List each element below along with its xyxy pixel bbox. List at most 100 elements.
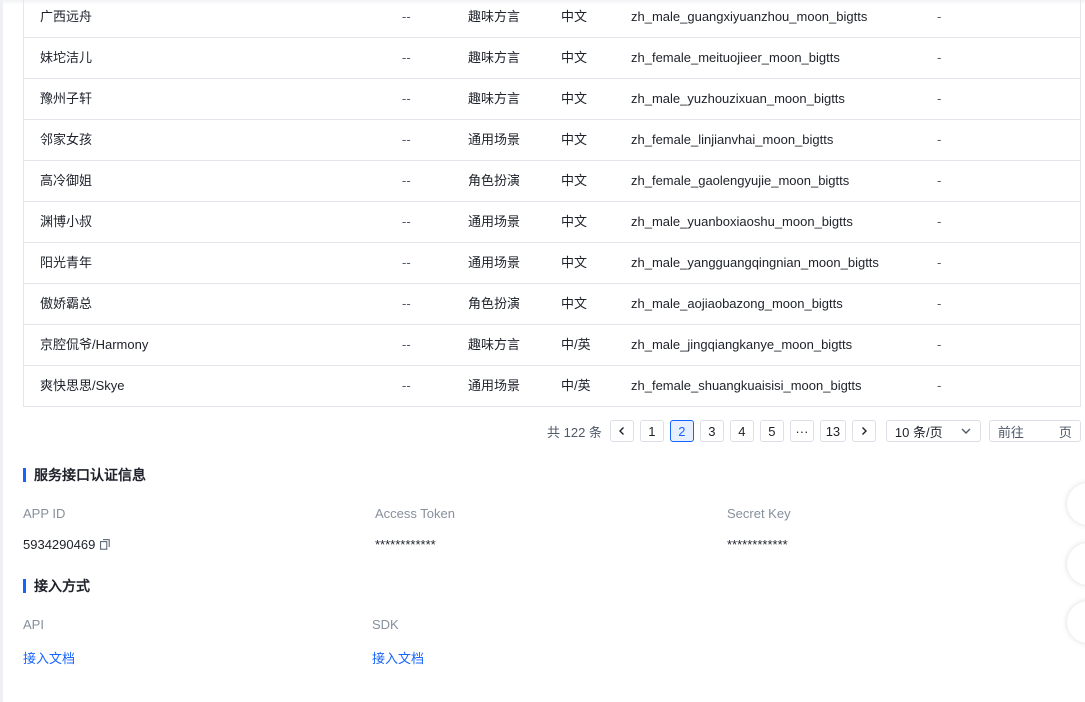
voice-extra: - [937, 296, 942, 311]
voice-language: 中文 [561, 50, 588, 65]
api-docs-link[interactable]: 接入文档 [23, 648, 75, 667]
app-id-field: 5934290469 [23, 537, 111, 553]
voice-scene: 趣味方言 [468, 50, 521, 65]
table-row: 傲娇霸总 -- 角色扮演 中文 zh_male_aojiaobazong_moon_bi… [24, 283, 1080, 324]
page: 广西远舟 -- 趣味方言 中文 zh_male_guangxiyuanzhou_moon… [0, 0, 1085, 702]
voice-name: 妹坨洁儿 [40, 50, 93, 65]
auth-section-title: 服务接口认证信息 [23, 468, 146, 482]
sdk-docs-link[interactable]: 接入文档 [372, 648, 424, 667]
voice-scene: 角色扮演 [468, 173, 521, 188]
voice-id: zh_female_meituojieer_moon_bigtts [631, 50, 840, 65]
chevron-left-icon [618, 427, 624, 435]
voice-extra: - [937, 173, 942, 188]
voice-placeholder: -- [402, 9, 411, 24]
page-button-3[interactable]: 3 [699, 420, 724, 442]
voice-id: zh_male_aojiaobazong_moon_bigtts [631, 296, 843, 311]
access-token-value: ************ [375, 537, 436, 552]
page-size-label: 10 条/页 [894, 424, 943, 440]
voice-scene: 通用场景 [468, 214, 521, 229]
voice-extra: - [937, 337, 942, 352]
voice-name: 高冷御姐 [40, 173, 93, 188]
next-page-button[interactable] [851, 420, 876, 442]
voice-language: 中文 [561, 214, 588, 229]
voice-scene: 趣味方言 [468, 337, 521, 352]
page-jump-suffix: 页 [1058, 424, 1072, 440]
page-ellipsis-button[interactable]: ··· [789, 420, 814, 442]
table-row: 爽快思思/Skye -- 通用场景 中/英 zh_female_shuangkuaisi… [24, 365, 1080, 406]
pagination: 共 122 条 1 2 3 4 5 ··· 13 10 条/页 前往 页 [547, 419, 1081, 443]
table-row: 广西远舟 -- 趣味方言 中文 zh_male_guangxiyuanzhou_moon… [24, 0, 1080, 37]
secret-key-value: ************ [727, 537, 788, 552]
sdk-label: SDK [372, 617, 399, 632]
access-token-label: Access Token [375, 506, 455, 521]
page-button-2[interactable]: 2 [669, 420, 694, 442]
table-row: 豫州子轩 -- 趣味方言 中文 zh_male_yuzhouzixuan_moon_bi… [24, 78, 1080, 119]
table-row: 渊博小叔 -- 通用场景 中文 zh_male_yuanboxiaoshu_moon_b… [24, 201, 1080, 242]
voice-table: 广西远舟 -- 趣味方言 中文 zh_male_guangxiyuanzhou_moon… [23, 0, 1081, 407]
voice-placeholder: -- [402, 337, 411, 352]
voice-name: 渊博小叔 [40, 214, 93, 229]
table-row: 邻家女孩 -- 通用场景 中文 zh_female_linjianvhai_moon_b… [24, 119, 1080, 160]
table-row: 高冷御姐 -- 角色扮演 中文 zh_female_gaolengyujie_moon_… [24, 160, 1080, 201]
table-row: 妹坨洁儿 -- 趣味方言 中文 zh_female_meituojieer_moon_b… [24, 37, 1080, 78]
voice-name: 京腔侃爷/Harmony [40, 337, 149, 352]
voice-extra: - [937, 132, 942, 147]
voice-id: zh_female_gaolengyujie_moon_bigtts [631, 173, 850, 188]
app-id-label: APP ID [23, 506, 66, 521]
voice-scene: 通用场景 [468, 132, 521, 147]
chevron-right-icon [861, 427, 867, 435]
float-action-button-2[interactable] [1067, 543, 1085, 585]
voice-name: 广西远舟 [40, 9, 93, 24]
chevron-down-icon [961, 428, 971, 434]
left-border [0, 0, 3, 702]
voice-placeholder: -- [402, 296, 411, 311]
secret-key-label: Secret Key [727, 506, 791, 521]
voice-id: zh_female_shuangkuaisisi_moon_bigtts [631, 378, 862, 393]
voice-name: 傲娇霸总 [40, 296, 93, 311]
page-button-4[interactable]: 4 [729, 420, 754, 442]
page-button-1[interactable]: 1 [639, 420, 664, 442]
voice-id: zh_male_guangxiyuanzhou_moon_bigtts [631, 9, 868, 24]
voice-language: 中文 [561, 9, 588, 24]
voice-placeholder: -- [402, 91, 411, 106]
page-jump-input[interactable]: 前往 页 [988, 420, 1081, 442]
float-action-button-1[interactable] [1067, 483, 1085, 525]
pagination-total: 共 122 条 [547, 424, 602, 440]
voice-language: 中文 [561, 91, 588, 106]
voice-language: 中文 [561, 132, 588, 147]
api-label: API [23, 617, 44, 632]
voice-placeholder: -- [402, 50, 411, 65]
page-size-select[interactable]: 10 条/页 [885, 420, 981, 442]
prev-page-button[interactable] [609, 420, 634, 442]
voice-language: 中/英 [561, 337, 591, 352]
float-action-button-3[interactable] [1067, 601, 1085, 643]
voice-scene: 趣味方言 [468, 9, 521, 24]
voice-id: zh_male_yangguangqingnian_moon_bigtts [631, 255, 879, 270]
voice-extra: - [937, 255, 942, 270]
voice-extra: - [937, 9, 942, 24]
voice-placeholder: -- [402, 255, 411, 270]
voice-extra: - [937, 378, 942, 393]
voice-scene: 通用场景 [468, 255, 521, 270]
page-button-13[interactable]: 13 [819, 420, 846, 442]
access-section-title: 接入方式 [23, 579, 90, 593]
table-row: 京腔侃爷/Harmony -- 趣味方言 中/英 zh_male_jingqiangka… [24, 324, 1080, 365]
voice-name: 爽快思思/Skye [40, 378, 125, 393]
voice-placeholder: -- [402, 214, 411, 229]
voice-scene: 角色扮演 [468, 296, 521, 311]
voice-language: 中文 [561, 296, 588, 311]
voice-id: zh_male_jingqiangkanye_moon_bigtts [631, 337, 853, 352]
table-row: 阳光青年 -- 通用场景 中文 zh_male_yangguangqingnian_mo… [24, 242, 1080, 283]
voice-id: zh_female_linjianvhai_moon_bigtts [631, 132, 834, 147]
copy-icon[interactable] [100, 538, 111, 553]
voice-placeholder: -- [402, 173, 411, 188]
voice-id: zh_male_yuzhouzixuan_moon_bigtts [631, 91, 845, 106]
voice-extra: - [937, 91, 942, 106]
voice-extra: - [937, 50, 942, 65]
voice-name: 阳光青年 [40, 255, 93, 270]
voice-id: zh_male_yuanboxiaoshu_moon_bigtts [631, 214, 853, 229]
voice-placeholder: -- [402, 132, 411, 147]
voice-scene: 通用场景 [468, 378, 521, 393]
app-id-value: 5934290469 [23, 537, 96, 552]
page-button-5[interactable]: 5 [759, 420, 784, 442]
